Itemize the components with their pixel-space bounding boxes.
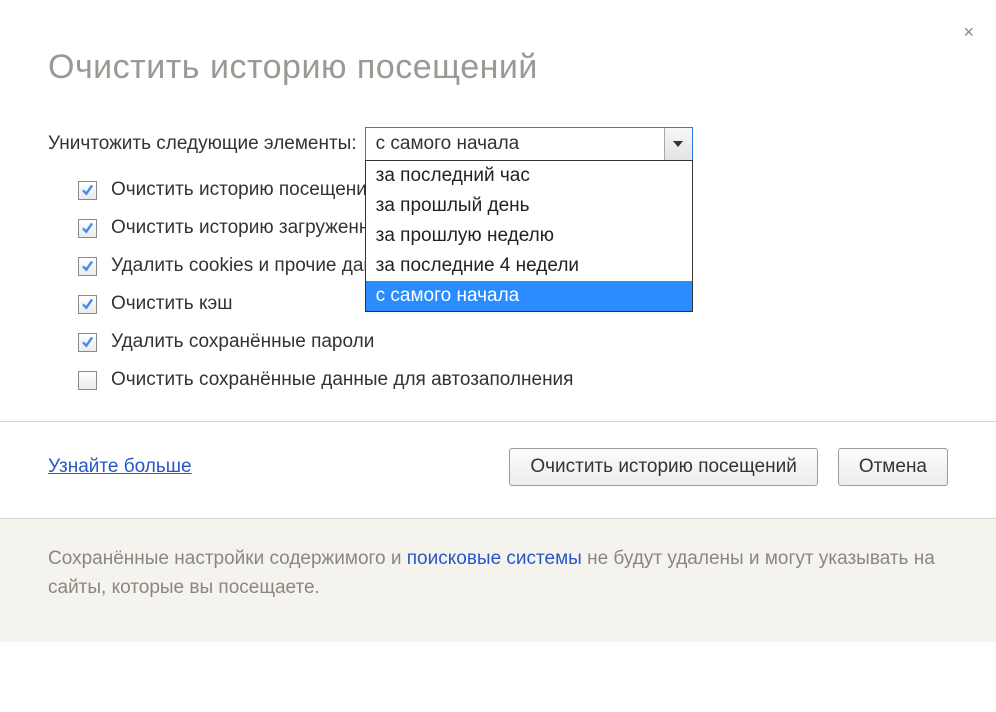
footer-text-1: Сохранённые настройки содержимого и [48,548,407,569]
dialog-title: Очистить историю посещений [48,48,948,87]
button-row: Узнайте больше Очистить историю посещени… [0,422,996,518]
checkbox[interactable] [78,371,97,390]
checkbox[interactable] [78,219,97,238]
checkbox[interactable] [78,181,97,200]
footer-note: Сохранённые настройки содержимого и поис… [0,519,996,642]
learn-more-link[interactable]: Узнайте больше [48,456,192,478]
dropdown-option[interactable]: с самого начала [366,281,692,311]
time-range-selected[interactable]: с самого начала [365,127,693,161]
checkbox-label: Удалить сохранённые пароли [111,331,374,353]
checkbox-label: Очистить сохранённые данные для автозапо… [111,369,573,391]
time-range-dropdown: за последний часза прошлый деньза прошлу… [365,160,693,312]
time-range-row: Уничтожить следующие элементы: с самого … [48,127,948,161]
time-range-select[interactable]: с самого начала за последний часза прошл… [365,127,693,161]
time-range-selected-text: с самого начала [376,133,520,155]
checkbox-label: Очистить историю загруженны [111,217,383,239]
dropdown-option[interactable]: за прошлый день [366,191,692,221]
dropdown-option[interactable]: за прошлую неделю [366,221,692,251]
checkbox[interactable] [78,295,97,314]
dropdown-option[interactable]: за последний час [366,161,692,191]
clear-history-dialog: × Очистить историю посещений Уничтожить … [0,0,996,391]
time-range-label: Уничтожить следующие элементы: [48,133,357,155]
checkbox[interactable] [78,333,97,352]
search-engines-link[interactable]: поисковые системы [407,548,582,569]
checkbox[interactable] [78,257,97,276]
checkbox-label: Очистить историю посещений [111,179,378,201]
checkbox-row: Удалить сохранённые пароли [78,331,948,353]
dropdown-button[interactable] [664,128,692,160]
chevron-down-icon [673,141,683,147]
dropdown-option[interactable]: за последние 4 недели [366,251,692,281]
close-icon[interactable]: × [963,22,974,43]
checkbox-label: Удалить cookies и прочие данн [111,255,384,277]
cancel-button[interactable]: Отмена [838,448,948,486]
checkbox-label: Очистить кэш [111,293,232,315]
clear-button[interactable]: Очистить историю посещений [509,448,818,486]
checkbox-row: Очистить сохранённые данные для автозапо… [78,369,948,391]
